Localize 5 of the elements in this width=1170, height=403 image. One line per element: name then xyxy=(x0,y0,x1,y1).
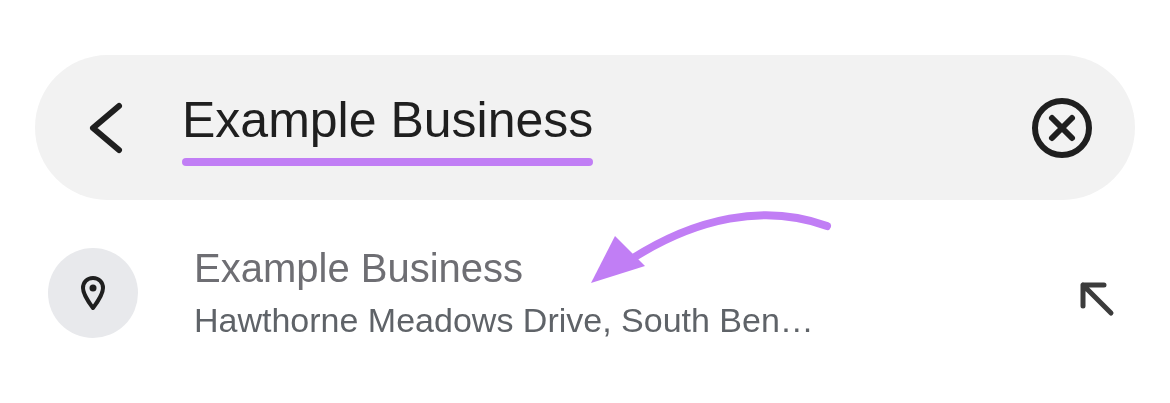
location-pin-icon xyxy=(80,275,106,311)
suggestion-address: Hawthorne Meadows Drive, South Ben… xyxy=(194,300,814,341)
search-field[interactable]: Example Business xyxy=(182,89,594,150)
clear-icon[interactable] xyxy=(1031,96,1093,159)
suggestion-title[interactable]: Example Business xyxy=(194,244,524,292)
